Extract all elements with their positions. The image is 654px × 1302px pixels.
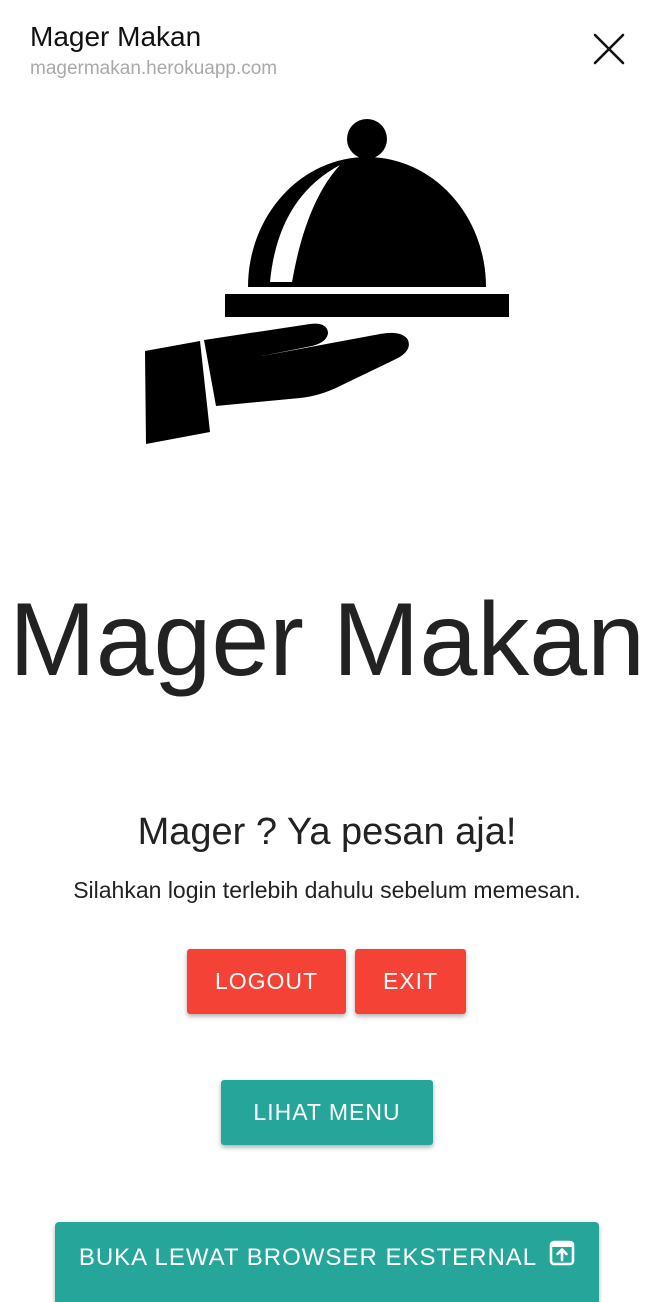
- app-title: Mager Makan: [30, 21, 202, 52]
- webview-header: Mager Makan magermakan.herokuapp.com: [0, 0, 654, 92]
- open-external-browser-label: BUKA LEWAT BROWSER EKSTERNAL: [78, 1244, 538, 1271]
- view-menu-button[interactable]: LIHAT MENU: [221, 1080, 433, 1145]
- login-instruction: Silahkan login terlebih dahulu sebelum m…: [73, 877, 581, 903]
- logout-button[interactable]: LOGOUT: [187, 949, 346, 1014]
- exit-button[interactable]: EXIT: [355, 949, 466, 1014]
- food-serving-cloche-hand-icon: [145, 119, 509, 444]
- open-external-browser-button[interactable]: BUKA LEWAT BROWSER EKSTERNAL: [55, 1222, 599, 1302]
- close-icon: [593, 33, 625, 65]
- page-headline: Mager Makan: [9, 582, 645, 698]
- logo: [140, 110, 520, 450]
- tagline: Mager ? Ya pesan aja!: [137, 811, 517, 853]
- open-external-icon: [549, 1240, 575, 1266]
- close-button[interactable]: [584, 24, 634, 74]
- app-url: magermakan.herokuapp.com: [30, 58, 278, 79]
